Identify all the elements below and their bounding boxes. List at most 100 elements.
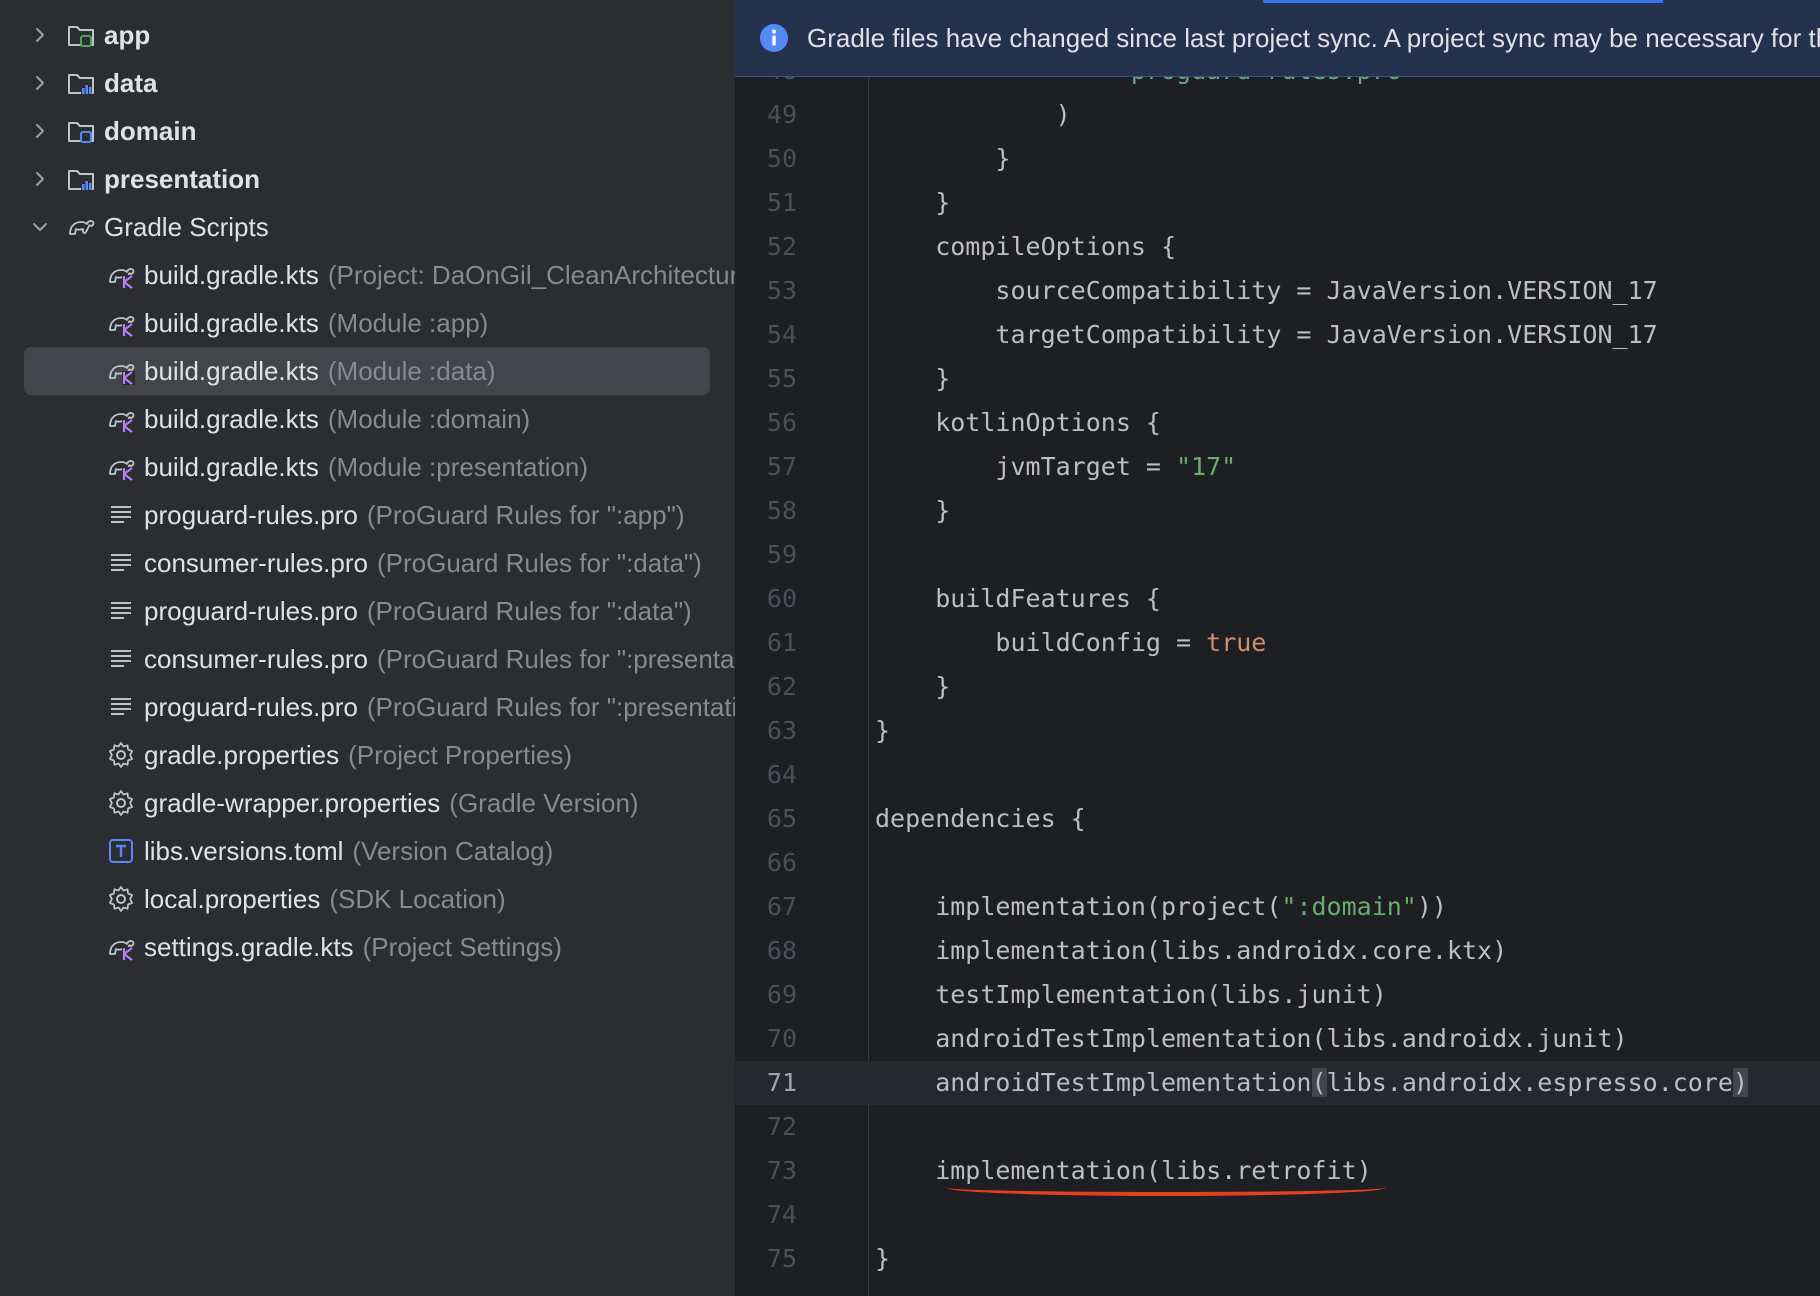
code-line[interactable]: 60 buildFeatures { xyxy=(735,577,1820,621)
code-line[interactable]: 55 } xyxy=(735,357,1820,401)
tree-item[interactable]: data xyxy=(0,59,735,107)
code-token: sourceCompatibility = JavaVersion.VERSIO… xyxy=(875,276,1658,305)
tree-item[interactable]: consumer-rules.pro (ProGuard Rules for ":… xyxy=(0,539,735,587)
code-line[interactable]: 64 xyxy=(735,753,1820,797)
chevron-right-icon[interactable] xyxy=(32,171,48,187)
code-token: implementation(project( xyxy=(875,892,1282,921)
tree-item-hint: (ProGuard Rules for ":app") xyxy=(366,499,685,530)
chevron-right-icon[interactable] xyxy=(32,27,48,43)
code-line[interactable]: 71 androidTestImplementation(libs.androi… xyxy=(735,1061,1820,1105)
tab-accent-bar xyxy=(1263,0,1663,3)
code-text: } xyxy=(875,137,1010,181)
code-line[interactable]: 51 } xyxy=(735,181,1820,225)
tree-item[interactable]: gradle-wrapper.properties (Gradle Version… xyxy=(0,779,735,827)
code-line[interactable]: 75} xyxy=(735,1237,1820,1281)
chevron-right-icon[interactable] xyxy=(32,75,48,91)
tree-item[interactable]: presentation xyxy=(0,155,735,203)
tree-item[interactable]: build.gradle.kts (Project: DaOnGil_CleanA… xyxy=(0,251,735,299)
line-number: 65 xyxy=(766,804,797,833)
banner-message: Gradle files have changed since last pro… xyxy=(807,22,1820,53)
code-line[interactable]: 52 compileOptions { xyxy=(735,225,1820,269)
code-token: ) xyxy=(1732,1068,1749,1097)
code-text: } xyxy=(875,1237,890,1281)
code-line[interactable]: 66 xyxy=(735,841,1820,885)
code-line[interactable]: 72 xyxy=(735,1105,1820,1149)
code-line[interactable]: 56 kotlinOptions { xyxy=(735,401,1820,445)
code-line[interactable]: 67 implementation(project(":domain")) xyxy=(735,885,1820,929)
code-text: dependencies { xyxy=(875,797,1086,841)
tree-item-hint: (Module :app) xyxy=(327,307,489,338)
tree-item[interactable]: proguard-rules.pro (ProGuard Rules for ":… xyxy=(0,683,735,731)
code-line[interactable]: 53 sourceCompatibility = JavaVersion.VER… xyxy=(735,269,1820,313)
code-line[interactable]: 68 implementation(libs.androidx.core.ktx… xyxy=(735,929,1820,973)
code-line[interactable]: 65 dependencies { xyxy=(735,797,1820,841)
line-number: 49 xyxy=(766,100,797,129)
code-line[interactable]: 49 ) xyxy=(735,93,1820,137)
code-token: targetCompatibility = JavaVersion.VERSIO… xyxy=(875,320,1658,349)
gradle-kts-icon xyxy=(109,316,135,337)
gear-icon xyxy=(109,790,133,816)
tree-item-label: domain xyxy=(104,115,197,146)
code-text: kotlinOptions { xyxy=(875,401,1161,445)
tree-item[interactable]: build.gradle.kts (Module :presentation) xyxy=(0,443,735,491)
tree-item[interactable]: proguard-rules.pro (ProGuard Rules for ":… xyxy=(0,491,735,539)
line-number: 64 xyxy=(766,760,797,789)
tree-item[interactable]: build.gradle.kts (Module :domain) xyxy=(0,395,735,443)
code-line[interactable]: 58 } xyxy=(735,489,1820,533)
line-number: 69 xyxy=(766,980,797,1009)
code-text: targetCompatibility = JavaVersion.VERSIO… xyxy=(875,313,1658,357)
code-text: sourceCompatibility = JavaVersion.VERSIO… xyxy=(875,269,1658,313)
line-number: 61 xyxy=(766,628,797,657)
tree-item-hint: (Module :presentation) xyxy=(327,451,589,482)
code-line[interactable]: 57 jvmTarget = "17" xyxy=(735,445,1820,489)
tree-item[interactable]: settings.gradle.kts (Project Settings) xyxy=(0,923,735,971)
tree-item[interactable]: app xyxy=(0,11,735,59)
gradle-kts-icon xyxy=(109,268,135,289)
tree-item-label: consumer-rules.pro xyxy=(144,643,368,674)
tree-item-label: build.gradle.kts xyxy=(144,355,319,386)
tree-item[interactable]: proguard-rules.pro (ProGuard Rules for ":… xyxy=(0,587,735,635)
line-number: 71 xyxy=(766,1068,797,1097)
code-text: } xyxy=(875,357,950,401)
tree-item-label: presentation xyxy=(104,163,261,194)
gradle-kts-icon xyxy=(109,412,135,433)
code-editor[interactable]: 48 "proguard-rules.pro"49 )50 }51 }52 co… xyxy=(735,0,1820,1296)
tree-item-label: gradle.properties xyxy=(144,739,340,770)
tree-item[interactable]: gradle.properties (Project Properties) xyxy=(0,731,735,779)
code-line[interactable]: 74 xyxy=(735,1193,1820,1237)
tree-item[interactable]: libs.versions.toml (Version Catalog) xyxy=(0,827,735,875)
chevron-down-icon[interactable] xyxy=(32,219,48,235)
tree-item[interactable]: consumer-rules.pro (ProGuard Rules for ":… xyxy=(0,635,735,683)
library-folder-icon xyxy=(68,170,94,191)
code-line[interactable]: 59 xyxy=(735,533,1820,577)
tree-item[interactable]: domain xyxy=(0,107,735,155)
line-number: 75 xyxy=(766,1244,797,1273)
code-token: } xyxy=(875,188,951,217)
code-line[interactable]: 50 } xyxy=(735,137,1820,181)
tree-item[interactable]: local.properties (SDK Location) xyxy=(0,875,735,923)
text-file-icon xyxy=(111,554,131,571)
module-folder-icon xyxy=(68,122,94,143)
code-line[interactable]: 62 } xyxy=(735,665,1820,709)
code-line[interactable]: 69 testImplementation(libs.junit) xyxy=(735,973,1820,1017)
line-number: 72 xyxy=(766,1112,797,1141)
code-line[interactable]: 63} xyxy=(735,709,1820,753)
tree-item-hint: (Project Properties) xyxy=(348,739,573,770)
chevron-right-icon[interactable] xyxy=(32,123,48,139)
line-number: 58 xyxy=(766,496,797,525)
gradle-sync-banner: Gradle files have changed since last pro… xyxy=(735,0,1820,77)
code-token: androidTestImplementation(libs.androidx.… xyxy=(875,1024,1628,1053)
text-file-icon xyxy=(111,698,131,715)
tree-item[interactable]: build.gradle.kts (Module :app) xyxy=(0,299,735,347)
tree-item[interactable]: build.gradle.kts (Module :data) xyxy=(0,347,735,395)
code-line[interactable]: 54 targetCompatibility = JavaVersion.VER… xyxy=(735,313,1820,357)
code-token: } xyxy=(875,1244,891,1273)
tree-item[interactable]: Gradle Scripts xyxy=(0,203,735,251)
code-token: } xyxy=(875,672,951,701)
tree-item-hint: (ProGuard Rules for ":data") xyxy=(376,547,702,578)
code-line[interactable]: 61 buildConfig = true xyxy=(735,621,1820,665)
code-text: implementation(project(":domain")) xyxy=(875,885,1447,929)
code-line[interactable]: 70 androidTestImplementation(libs.androi… xyxy=(735,1017,1820,1061)
code-token: } xyxy=(875,716,891,745)
code-text: } xyxy=(875,489,950,533)
